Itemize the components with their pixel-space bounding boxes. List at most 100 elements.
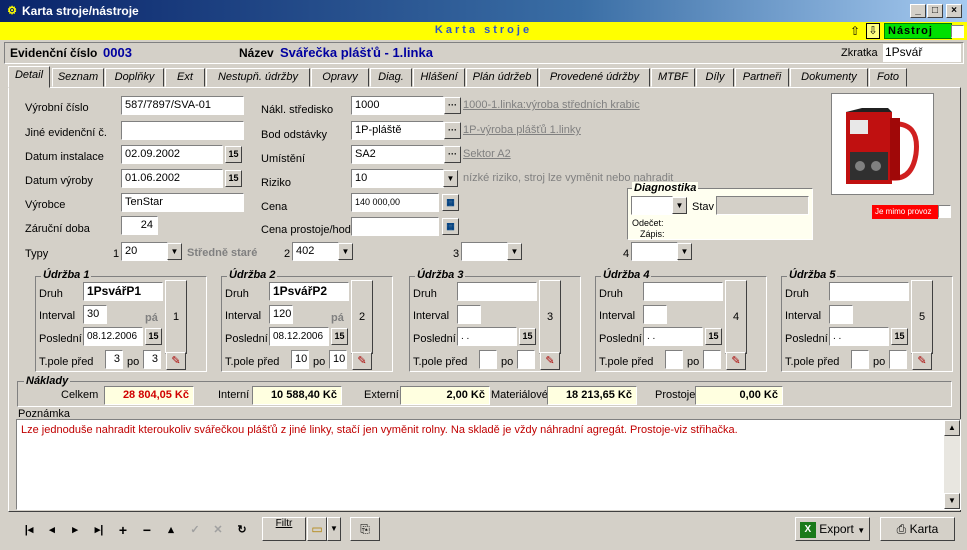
tpole-pred-field[interactable] (851, 350, 869, 369)
scroll-up-icon[interactable]: ▲ (944, 420, 960, 436)
tab-provedene-udrzby[interactable]: Provedené údržby (539, 68, 650, 87)
tab-partneri[interactable]: Partneři (735, 68, 789, 87)
ellipsis-icon[interactable]: ··· (444, 97, 461, 114)
karta-button[interactable]: ⎙ Karta (880, 517, 955, 541)
zarucni-doba-field[interactable]: 24 (121, 216, 158, 235)
first-record-icon[interactable]: |◂ (18, 519, 40, 541)
datum-instalace-field[interactable]: 02.09.2002 (121, 145, 223, 164)
tab-hlaseni[interactable]: Hlášení (413, 68, 465, 87)
chevron-down-icon[interactable]: ▼ (443, 170, 458, 187)
druh-field[interactable]: 1PsvářP1 (83, 282, 163, 301)
report-icon[interactable]: ⎘ (350, 517, 380, 541)
maximize-button[interactable]: □ (927, 4, 943, 18)
udrzba-number-button[interactable]: 5 (911, 280, 933, 354)
poznamka-textarea[interactable]: Lze jednoduše nahradit kteroukoliv sváře… (16, 419, 961, 510)
calendar-icon[interactable]: 15 (891, 328, 908, 345)
tpole-pred-field[interactable]: 3 (105, 350, 123, 369)
chevron-down-icon[interactable]: ▼ (167, 243, 182, 260)
interval-field[interactable]: 120 (269, 305, 293, 324)
edit-icon[interactable]: ▴ (160, 519, 182, 541)
bod-odstavky-link[interactable]: 1P-výroba plášťů 1.linky (463, 124, 581, 136)
nakl-stredisko-field[interactable]: 1000 (351, 96, 444, 115)
typ-3-select[interactable] (461, 242, 508, 261)
tab-dokumenty[interactable]: Dokumenty (790, 68, 868, 87)
datum-vyroby-field[interactable]: 01.06.2002 (121, 169, 223, 188)
calendar-icon[interactable]: 15 (705, 328, 722, 345)
pencil-icon[interactable]: ✎ (352, 352, 372, 370)
chevron-down-icon[interactable]: ▼ (672, 197, 687, 214)
po-field[interactable] (517, 350, 535, 369)
delete-icon[interactable]: − (136, 519, 158, 541)
cena-field[interactable]: 140 000,00 (351, 193, 439, 212)
interval-field[interactable] (643, 305, 667, 324)
vyrobni-cislo-field[interactable]: 587/7897/SVA-01 (121, 96, 244, 115)
cena-prostoje-field[interactable] (351, 217, 439, 236)
tab-plan-udrzeb[interactable]: Plán údržeb (466, 68, 538, 87)
po-field[interactable] (703, 350, 721, 369)
umisteni-field[interactable]: SA2 (351, 145, 444, 164)
next-record-icon[interactable]: ▸ (64, 519, 86, 541)
tpole-pred-field[interactable] (665, 350, 683, 369)
riziko-field[interactable]: 10 (351, 169, 444, 188)
calendar-icon[interactable]: 15 (145, 328, 162, 345)
calculator-icon[interactable]: ▦ (442, 218, 459, 235)
add-icon[interactable]: + (112, 519, 134, 541)
posledni-field[interactable]: . . (829, 327, 889, 346)
jine-evid-field[interactable] (121, 121, 244, 140)
tab-diag[interactable]: Diag. (370, 68, 412, 87)
udrzba-number-button[interactable]: 1 (165, 280, 187, 354)
prev-record-icon[interactable]: ◂ (41, 519, 63, 541)
po-field[interactable] (889, 350, 907, 369)
ellipsis-icon[interactable]: ··· (444, 146, 461, 163)
posledni-field[interactable]: . . (643, 327, 703, 346)
calendar-icon[interactable]: 15 (225, 146, 242, 163)
last-record-icon[interactable]: ▸| (88, 519, 110, 541)
tpole-pred-field[interactable] (479, 350, 497, 369)
typ-2-select[interactable]: 402 (292, 242, 339, 261)
zkratka-field[interactable]: 1Psvář (883, 44, 961, 62)
evid-value[interactable]: 0003 (103, 45, 132, 60)
interval-field[interactable] (457, 305, 481, 324)
nazev-value[interactable]: Svářečka plášťů - 1.linka (280, 45, 433, 60)
calendar-icon[interactable]: 15 (519, 328, 536, 345)
interval-field[interactable] (829, 305, 853, 324)
interval-field[interactable]: 30 (83, 305, 107, 324)
udrzba-number-button[interactable]: 3 (539, 280, 561, 354)
udrzba-number-button[interactable]: 4 (725, 280, 747, 354)
druh-field[interactable] (829, 282, 909, 301)
po-field[interactable]: 10 (329, 350, 347, 369)
export-button[interactable]: X Export ▼ (795, 517, 870, 541)
tab-seznam[interactable]: Seznam (52, 68, 104, 87)
calculator-icon[interactable]: ▦ (442, 194, 459, 211)
druh-field[interactable]: 1PsvářP2 (269, 282, 349, 301)
posledni-field[interactable]: . . (457, 327, 517, 346)
posledni-field[interactable]: 08.12.2006 (269, 327, 329, 346)
tab-detail[interactable]: Detail (8, 66, 50, 88)
tab-dily[interactable]: Díly (696, 68, 734, 87)
scrollbar[interactable]: ▲ ▼ (944, 420, 960, 509)
bod-odstavky-field[interactable]: 1P-pláště (351, 121, 444, 140)
mimo-provoz-checkbox[interactable] (938, 205, 951, 218)
tab-mtbf[interactable]: MTBF (651, 68, 695, 87)
diagnostika-select[interactable] (631, 196, 673, 215)
folder-icon[interactable]: ▭ (307, 517, 327, 541)
tab-opravy[interactable]: Opravy (311, 68, 369, 87)
arrow-down-icon[interactable]: ⇩ (866, 23, 880, 39)
refresh-icon[interactable]: ↻ (231, 519, 253, 541)
druh-field[interactable] (643, 282, 723, 301)
arrow-up-icon[interactable]: ⇧ (850, 24, 862, 38)
tab-foto[interactable]: Foto (869, 68, 907, 87)
chevron-down-icon[interactable]: ▼ (327, 517, 341, 541)
cancel-icon[interactable]: ✕ (207, 519, 229, 541)
pencil-icon[interactable]: ✎ (912, 352, 932, 370)
calendar-icon[interactable]: 15 (225, 170, 242, 187)
umisteni-link[interactable]: Sektor A2 (463, 148, 511, 160)
po-field[interactable]: 3 (143, 350, 161, 369)
pencil-icon[interactable]: ✎ (166, 352, 186, 370)
nastroj-checkbox[interactable] (951, 25, 964, 38)
udrzba-number-button[interactable]: 2 (351, 280, 373, 354)
confirm-icon[interactable]: ✓ (184, 519, 206, 541)
pencil-icon[interactable]: ✎ (540, 352, 560, 370)
typ-4-select[interactable] (631, 242, 678, 261)
chevron-down-icon[interactable]: ▼ (507, 243, 522, 260)
